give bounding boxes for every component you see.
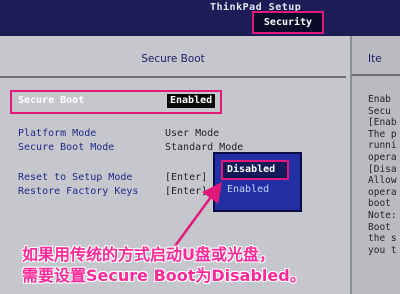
- annotation-line-1: 如果用传统的方式启动U盘或光盘，: [22, 245, 275, 264]
- annotation-text: 如果用传统的方式启动U盘或光盘， 需要设置Secure Boot为Disable…: [22, 244, 306, 286]
- annotation-line-2: 需要设置Secure Boot为Disabled。: [22, 266, 306, 285]
- arrow-line: [173, 181, 222, 247]
